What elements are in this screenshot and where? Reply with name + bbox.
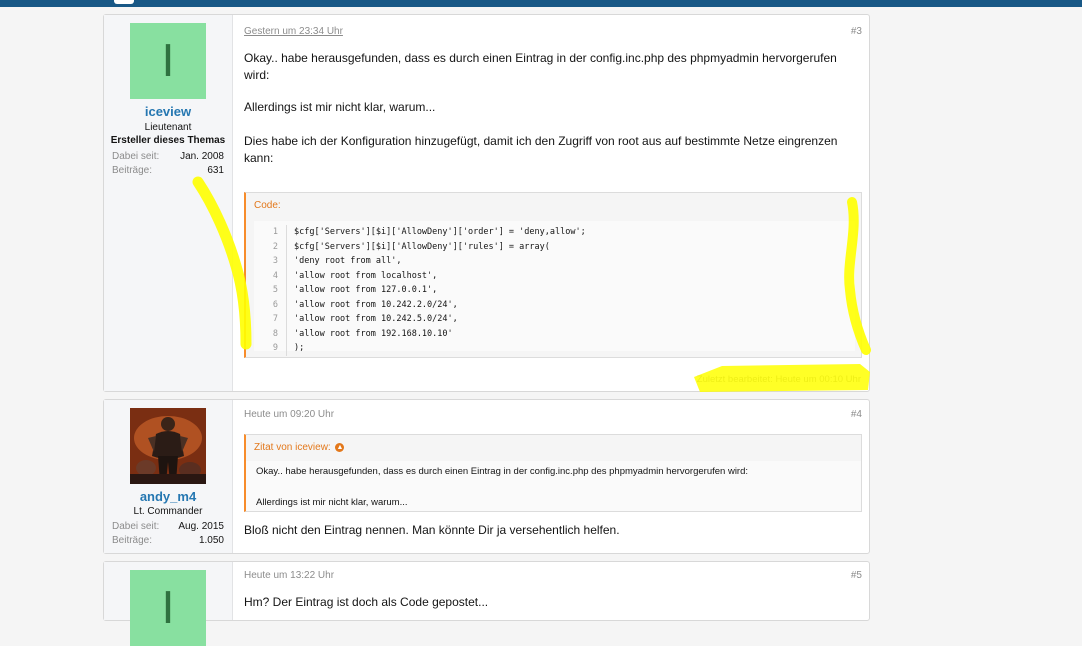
joined-value: Jan. 2008 bbox=[180, 151, 224, 162]
post-text-2: Allerdings ist mir nicht klar, warum... bbox=[244, 100, 436, 114]
user-rank: Lieutenant bbox=[144, 122, 192, 133]
username-link[interactable]: iceview bbox=[104, 104, 232, 119]
username-link[interactable]: andy_m4 bbox=[104, 489, 232, 504]
posts-value: 1.050 bbox=[198, 535, 224, 546]
joined-label: Dabei seit: bbox=[112, 151, 160, 162]
post-4: andy_m4 Lt. Commander Dabei seit: Aug. 2… bbox=[103, 399, 870, 554]
post-number-link[interactable]: #4 bbox=[851, 409, 862, 420]
posts-value: 631 bbox=[207, 165, 224, 176]
post-number-link[interactable]: #3 bbox=[851, 26, 862, 37]
quote-title[interactable]: Zitat von iceview: ▲ bbox=[254, 442, 345, 453]
posts-stat: Beiträge: 631 bbox=[112, 165, 224, 176]
top-navigation-bar bbox=[0, 0, 1082, 7]
user-rank: Lt. Commander bbox=[133, 506, 203, 517]
quote-body: Okay.. habe herausgefunden, dass es durc… bbox=[246, 461, 861, 511]
code-block-body[interactable]: 1 $cfg['Servers'][$i]['AllowDeny']['order… bbox=[254, 221, 855, 356]
joined-stat: Dabei seit: Jan. 2008 bbox=[112, 151, 224, 162]
post-5: I Heute um 13:22 Uhr #5 Hm? Der Eintrag … bbox=[103, 561, 870, 646]
post-text: Bloß nicht den Eintrag nennen. Man könnt… bbox=[244, 523, 620, 537]
post-number-link[interactable]: #5 bbox=[851, 570, 862, 581]
user-pane: I iceview Lieutenant Ersteller dieses Th… bbox=[104, 15, 233, 391]
posts-stat: Beiträge: 1.050 bbox=[112, 535, 224, 546]
post-date-link[interactable]: Gestern um 23:34 Uhr bbox=[244, 26, 343, 37]
quote-line-1: Okay.. habe herausgefunden, dass es durc… bbox=[256, 466, 749, 477]
quote-line-2: Allerdings ist mir nicht klar, warum... bbox=[256, 497, 408, 508]
avatar-figure-image bbox=[130, 408, 206, 484]
post-text-1: Okay.. habe herausgefunden, dass es durc… bbox=[244, 51, 837, 82]
logo-fragment bbox=[114, 0, 134, 4]
avatar[interactable]: I bbox=[130, 23, 206, 99]
last-edited-note: Zuletzt bearbeitet: Heute um 00:10 Uhr bbox=[696, 374, 861, 385]
user-pane: I bbox=[104, 562, 233, 646]
avatar[interactable] bbox=[130, 408, 206, 484]
post-date-link[interactable]: Heute um 09:20 Uhr bbox=[244, 409, 334, 420]
code-block-title: Code: bbox=[254, 200, 281, 211]
posts-label: Beiträge: bbox=[112, 535, 153, 546]
joined-label: Dabei seit: bbox=[112, 521, 160, 532]
posts-label: Beiträge: bbox=[112, 165, 153, 176]
joined-stat: Dabei seit: Aug. 2015 bbox=[112, 521, 224, 532]
post-text-3: Dies habe ich der Konfiguration hinzugef… bbox=[244, 134, 838, 165]
avatar[interactable]: I bbox=[130, 570, 206, 646]
code-block: Code: 1 $cfg['Servers'][$i]['AllowDeny'][… bbox=[244, 192, 862, 358]
post-date-link[interactable]: Heute um 13:22 Uhr bbox=[244, 570, 334, 581]
thread-starter-badge: Ersteller dieses Themas bbox=[110, 135, 226, 146]
user-pane: andy_m4 Lt. Commander Dabei seit: Aug. 2… bbox=[104, 400, 233, 553]
joined-value: Aug. 2015 bbox=[178, 521, 224, 532]
arrow-up-circle-icon[interactable]: ▲ bbox=[335, 442, 345, 452]
quote-block: Zitat von iceview: ▲ Okay.. habe herausg… bbox=[244, 434, 862, 512]
post-text: Hm? Der Eintrag ist doch als Code gepost… bbox=[244, 595, 489, 609]
post-3: I iceview Lieutenant Ersteller dieses Th… bbox=[103, 14, 870, 392]
